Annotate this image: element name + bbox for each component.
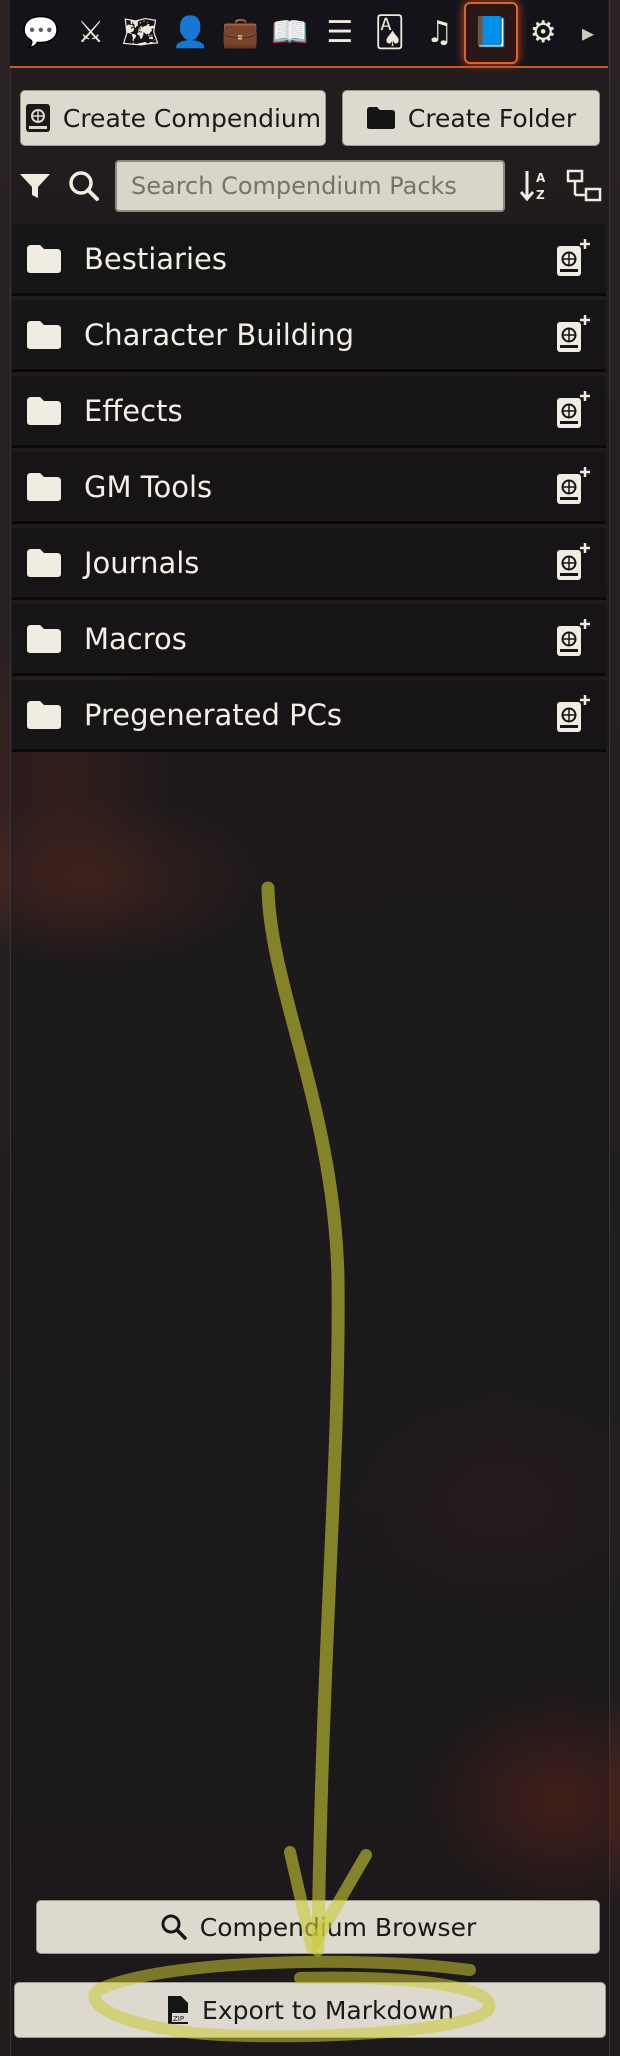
- settings-cogs-icon[interactable]: ⚙: [518, 4, 568, 62]
- search-controls: [18, 160, 106, 212]
- create-pack-icon[interactable]: [554, 238, 592, 282]
- scenes-map-icon[interactable]: 🗺: [116, 4, 166, 62]
- folder-row[interactable]: Pregenerated PCs: [12, 680, 606, 752]
- compendium-atlas-icon: [25, 104, 50, 132]
- create-folder-button[interactable]: Create Folder: [342, 90, 600, 146]
- create-pack-icon[interactable]: [554, 618, 592, 662]
- playlists-music-icon[interactable]: ♫: [415, 4, 465, 62]
- compendium-atlas-icon[interactable]: 📘: [464, 2, 519, 64]
- folder-row[interactable]: Effects: [12, 376, 606, 448]
- folder-name: Character Building: [84, 317, 355, 352]
- folder-icon: [26, 548, 62, 582]
- folder-row[interactable]: GM Tools: [12, 452, 606, 524]
- folder-name: Effects: [84, 393, 183, 428]
- search-icon: [161, 1914, 187, 1940]
- tables-list-icon[interactable]: ☰: [315, 4, 365, 62]
- create-folder-label: Create Folder: [407, 103, 577, 133]
- actors-user-icon[interactable]: 👤: [165, 4, 215, 62]
- journal-book-icon[interactable]: 📖: [265, 4, 315, 62]
- chat-icon[interactable]: 💬: [16, 4, 66, 62]
- sort-alpha-icon[interactable]: A Z: [520, 168, 552, 202]
- folder-icon: [26, 244, 62, 278]
- folder-icon: [366, 107, 395, 129]
- create-pack-icon[interactable]: [554, 542, 592, 586]
- svg-text:Z: Z: [536, 188, 545, 202]
- create-pack-icon[interactable]: [554, 694, 592, 738]
- folder-row[interactable]: Character Building: [12, 300, 606, 372]
- folder-icon: [26, 700, 62, 734]
- collapse-folders-icon[interactable]: [566, 168, 602, 202]
- create-pack-icon[interactable]: [554, 390, 592, 434]
- export-markdown-label: Export to Markdown: [202, 1995, 454, 2025]
- create-compendium-button[interactable]: Create Compendium: [20, 90, 326, 146]
- folder-icon: [26, 320, 62, 354]
- file-zip-icon: ZIP: [168, 1996, 189, 2024]
- folder-name: GM Tools: [84, 469, 213, 504]
- folder-row[interactable]: Bestiaries: [12, 224, 606, 296]
- items-suitcase-icon[interactable]: 💼: [215, 4, 265, 62]
- combat-icon[interactable]: ⚔: [66, 4, 116, 62]
- sidebar-tabs: 💬 ⚔ 🗺 👤 💼 📖 ☰ 🂡 ♫ 📘 ⚙ ▸: [10, 0, 608, 68]
- create-pack-icon[interactable]: [554, 466, 592, 510]
- folder-icon: [26, 396, 62, 430]
- svg-text:ZIP: ZIP: [173, 2015, 184, 2023]
- folder-name: Journals: [84, 545, 200, 580]
- search-input[interactable]: [115, 160, 505, 212]
- folder-icon: [26, 624, 62, 658]
- folder-name: Bestiaries: [84, 241, 227, 276]
- filter-icon[interactable]: [18, 171, 52, 201]
- search-icon: [69, 171, 99, 201]
- compendium-browser-label: Compendium Browser: [199, 1912, 477, 1942]
- folder-icon: [26, 472, 62, 506]
- folder-name: Pregenerated PCs: [84, 697, 342, 732]
- compendium-browser-button[interactable]: Compendium Browser: [36, 1900, 600, 1954]
- collapse-chevron-icon[interactable]: ▸: [568, 4, 608, 62]
- svg-text:A: A: [536, 171, 546, 185]
- create-compendium-label: Create Compendium: [62, 103, 322, 133]
- folder-row[interactable]: Journals: [12, 528, 606, 600]
- folder-row[interactable]: Macros: [12, 604, 606, 676]
- export-markdown-button[interactable]: ZIP Export to Markdown: [14, 1982, 606, 2038]
- cards-icon[interactable]: 🂡: [365, 4, 415, 62]
- create-pack-icon[interactable]: [554, 314, 592, 358]
- folder-name: Macros: [84, 621, 187, 656]
